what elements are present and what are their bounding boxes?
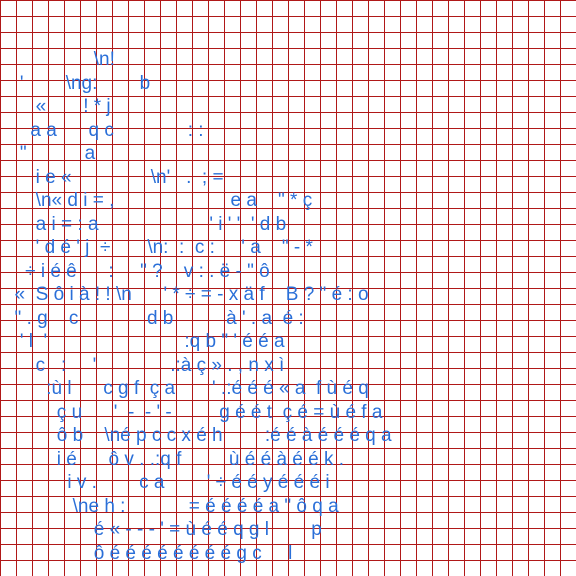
- ascii-art-line: i e « \n' . ; =: [4, 166, 224, 188]
- ascii-art-line: i é ô v . .:q f ù é é à é é k .: [4, 448, 345, 470]
- ascii-art-line: ô é é é é é é é é g c l: [4, 542, 293, 564]
- ascii-art-line: a i = : a ' i ' ' ' d b: [4, 213, 287, 235]
- ascii-art-line: ' l ' :q b " ' é é a: [4, 331, 285, 352]
- ascii-art-line: ' \ng: b: [4, 72, 151, 94]
- ascii-art-line: \n« d i = , e a " * ç: [4, 190, 313, 211]
- ascii-art-line: « S ô i à ! ! \n ' * ÷ = - x ä f B ? " é…: [4, 284, 369, 305]
- ascii-art-line: ç u ' - - ' - g é é t ç é = ù é f a: [4, 401, 383, 423]
- ascii-art-line: é « - - - ' = ù é é q g l p: [4, 519, 322, 540]
- ascii-art-line: " . g c d b à ' . a é :: [4, 307, 304, 329]
- ascii-art-line: \n!: [4, 49, 115, 70]
- ascii-art-line: ÷ i é ê : " ? v : . ë - " ô: [4, 260, 270, 282]
- ascii-art-canvas: \n! ' \ng: b « ! * j a a q c : : " a i e…: [0, 0, 576, 576]
- ascii-art-line: i v . c a ' ÷ é é y é é é i: [4, 472, 330, 493]
- ascii-art-line: a a q c : :: [4, 119, 204, 141]
- ascii-art-line: \ne h : = é é é é a " ô q a: [4, 495, 339, 517]
- ascii-art-line: c : ' .:à ç » . , n x ì: [4, 354, 285, 376]
- ascii-art-line: " a: [4, 143, 96, 164]
- ascii-art-line: ' d é ' j ÷ \n: : c : ' a " - *: [4, 237, 313, 258]
- ascii-art-line: :ù l c g f ç a ' .:é é é « a f ù é q: [4, 378, 369, 399]
- ascii-art-line: ô b \né p c c x é h :é é à é é é q a: [4, 425, 392, 446]
- ascii-art-line: « ! * j: [4, 96, 111, 117]
